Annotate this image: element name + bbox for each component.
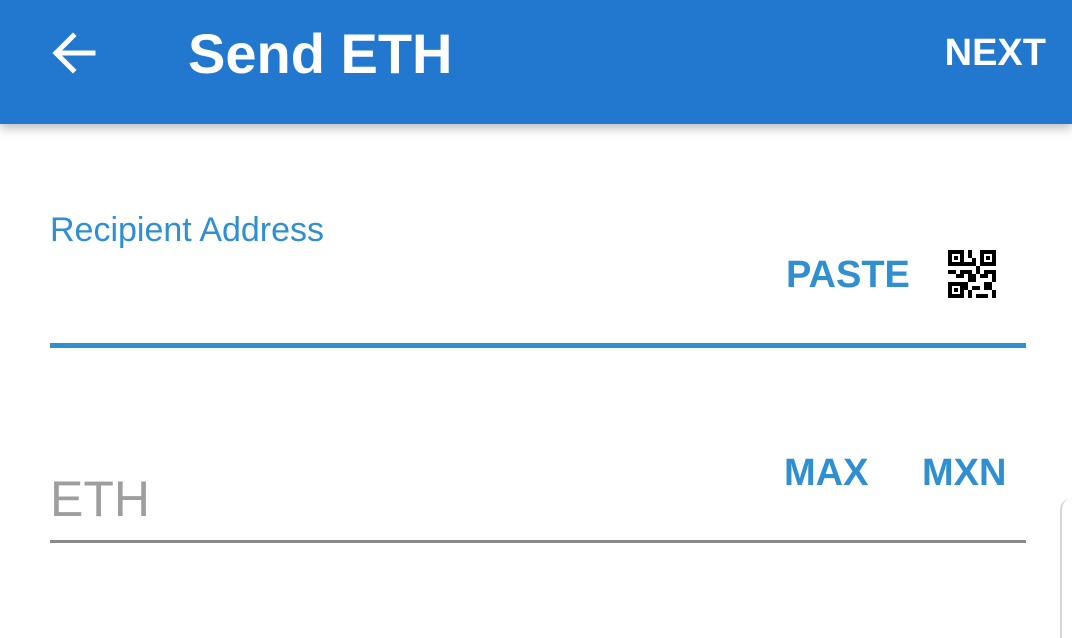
send-form: Recipient Address PASTE ETH MAX MXN: [0, 124, 1072, 638]
amount-input[interactable]: [50, 464, 750, 534]
currency-toggle-button[interactable]: MXN: [922, 450, 1006, 496]
next-button[interactable]: NEXT: [945, 28, 1046, 78]
app-bar: Send ETH NEXT: [0, 0, 1072, 124]
max-button[interactable]: MAX: [784, 450, 868, 496]
recipient-address-underline: [50, 343, 1026, 348]
arrow-left-icon: [52, 32, 96, 74]
qr-scan-button[interactable]: [948, 250, 996, 298]
amount-underline: [50, 540, 1026, 543]
recipient-address-input[interactable]: [50, 244, 770, 340]
qr-code-icon: [948, 250, 996, 298]
back-button[interactable]: [44, 24, 102, 82]
edge-scrollbar: [1060, 498, 1072, 638]
paste-button[interactable]: PASTE: [786, 252, 910, 298]
page-title: Send ETH: [188, 22, 453, 85]
